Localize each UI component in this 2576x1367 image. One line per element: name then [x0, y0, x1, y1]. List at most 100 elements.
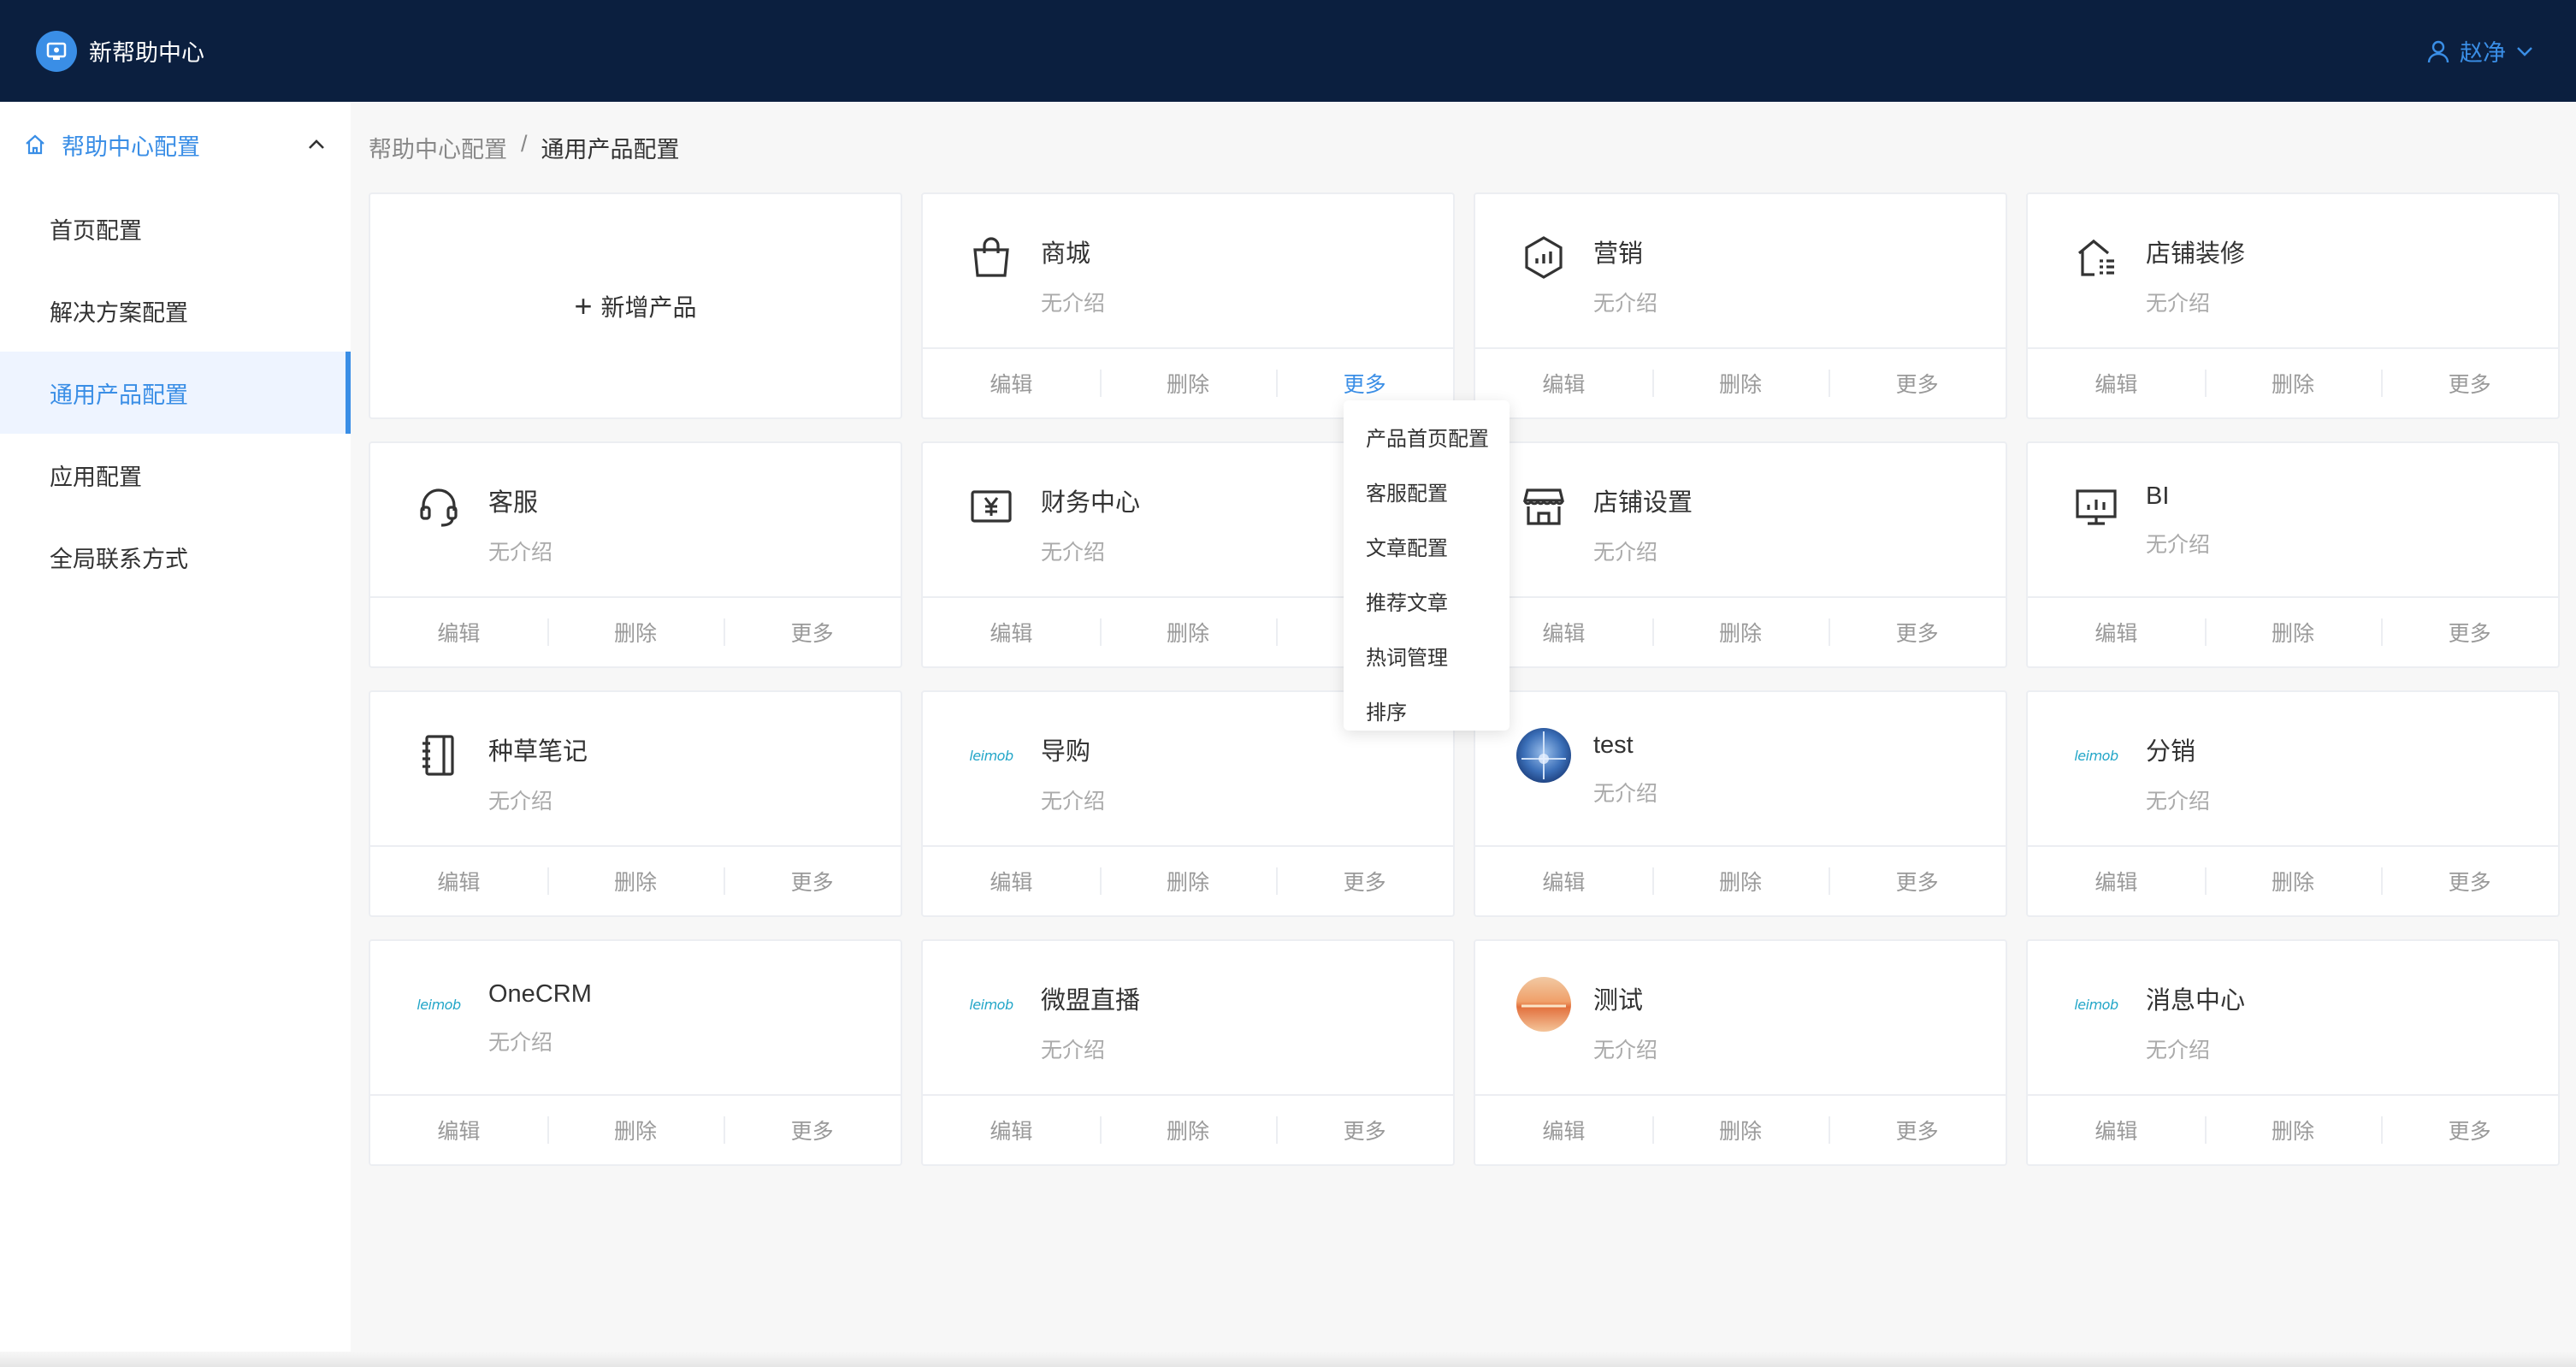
more-button[interactable]: 更多 — [2381, 866, 2558, 897]
edit-button[interactable]: 编辑 — [370, 866, 547, 897]
add-product-button[interactable]: + 新增产品 — [369, 192, 902, 419]
sidebar-item-product-config[interactable]: 通用产品配置 — [0, 352, 351, 434]
delete-button[interactable]: 删除 — [1099, 866, 1277, 897]
delete-button[interactable]: 删除 — [1099, 368, 1277, 399]
chevron-up-icon — [309, 139, 324, 149]
product-title: test — [1593, 731, 1634, 759]
product-title: 客服 — [488, 489, 539, 517]
breadcrumb-parent[interactable]: 帮助中心配置 — [369, 131, 507, 164]
more-button[interactable]: 更多 — [1829, 866, 2006, 897]
edit-button[interactable]: 编辑 — [2028, 1115, 2205, 1145]
more-button[interactable]: 更多 — [1829, 368, 2006, 399]
product-card-body[interactable]: BI 无介绍 — [2028, 443, 2558, 596]
edit-button[interactable]: 编辑 — [2028, 617, 2205, 648]
dropdown-option[interactable]: 文章配置 — [1344, 518, 1510, 573]
top-header: 新帮助中心 赵净 — [0, 0, 2576, 102]
delete-button[interactable]: 删除 — [2204, 617, 2382, 648]
edit-button[interactable]: 编辑 — [1475, 1115, 1652, 1145]
store-icon — [1516, 479, 1571, 534]
help-center-logo-icon — [36, 30, 77, 72]
edit-button[interactable]: 编辑 — [923, 866, 1100, 897]
product-card-body[interactable]: 店铺设置 无介绍 — [1475, 443, 2006, 596]
leimob-logo: leimob — [964, 728, 1019, 783]
delete-button[interactable]: 删除 — [547, 1115, 724, 1145]
more-button[interactable]: 更多 — [2381, 617, 2558, 648]
product-card-body[interactable]: leimob OneCRM 无介绍 — [370, 941, 901, 1094]
more-button[interactable]: 更多 — [2381, 1115, 2558, 1145]
more-dropdown-menu: 产品首页配置 客服配置 文章配置 推荐文章 热词管理 排序 — [1344, 400, 1510, 731]
product-title: 分销 — [2146, 738, 2196, 766]
bottom-edge — [0, 1352, 2576, 1367]
edit-button[interactable]: 编辑 — [2028, 368, 2205, 399]
product-card-body[interactable]: leimob 微盟直播 无介绍 — [923, 941, 1453, 1094]
sidebar-item-app-config[interactable]: 应用配置 — [0, 434, 351, 516]
edit-button[interactable]: 编辑 — [923, 617, 1100, 648]
edit-button[interactable]: 编辑 — [1475, 866, 1652, 897]
product-card-body[interactable]: 店铺装修 无介绍 — [2028, 194, 2558, 347]
product-description: 无介绍 — [1593, 782, 1658, 806]
more-button[interactable]: 更多 — [1829, 1115, 2006, 1145]
delete-button[interactable]: 删除 — [1099, 1115, 1277, 1145]
product-card-actions: 编辑删除更多 — [923, 845, 1453, 915]
more-button[interactable]: 更多 — [724, 866, 901, 897]
product-card-text: test 无介绍 — [1593, 728, 1657, 808]
dropdown-option[interactable]: 客服配置 — [1344, 464, 1510, 518]
sidebar-group-help-center[interactable]: 帮助中心配置 — [0, 102, 351, 187]
delete-button[interactable]: 删除 — [1651, 1115, 1829, 1145]
product-card-text: 营销 无介绍 — [1593, 230, 1657, 317]
edit-button[interactable]: 编辑 — [1475, 368, 1652, 399]
delete-button[interactable]: 删除 — [547, 617, 724, 648]
chevron-down-icon — [2517, 46, 2532, 56]
sidebar-item-solution-config[interactable]: 解决方案配置 — [0, 269, 351, 352]
breadcrumb-separator: / — [521, 131, 528, 157]
sunset-photo-avatar — [1516, 977, 1571, 1032]
product-card-body[interactable]: leimob 消息中心 无介绍 — [2028, 941, 2558, 1094]
brand[interactable]: 新帮助中心 — [36, 30, 204, 72]
dropdown-option[interactable]: 热词管理 — [1344, 628, 1510, 683]
sidebar-item-home-config[interactable]: 首页配置 — [0, 187, 351, 269]
delete-button[interactable]: 删除 — [1099, 617, 1277, 648]
product-description: 无介绍 — [1593, 541, 1658, 565]
product-card-text: 店铺设置 无介绍 — [1593, 479, 1693, 566]
product-card: 客服 无介绍编辑 删除 更多 — [369, 441, 902, 668]
product-card-body[interactable]: 种草笔记 无介绍 — [370, 692, 901, 845]
delete-button[interactable]: 删除 — [2204, 866, 2382, 897]
product-title: 店铺装修 — [2146, 240, 2246, 268]
sidebar-item-label: 应用配置 — [50, 464, 142, 490]
product-title: BI — [2146, 482, 2170, 510]
sidebar-item-contact[interactable]: 全局联系方式 — [0, 516, 351, 598]
delete-button[interactable]: 删除 — [1651, 368, 1829, 399]
yen-icon — [964, 479, 1019, 534]
product-card-actions: 编辑删除更多 — [1475, 347, 2006, 417]
delete-button[interactable]: 删除 — [547, 866, 724, 897]
dropdown-option[interactable]: 推荐文章 — [1344, 573, 1510, 628]
delete-button[interactable]: 删除 — [2204, 1115, 2382, 1145]
more-button[interactable]: 更多 — [724, 617, 901, 648]
edit-button[interactable]: 编辑 — [370, 1115, 547, 1145]
product-card-body[interactable]: leimob 分销 无介绍 — [2028, 692, 2558, 845]
delete-button[interactable]: 删除 — [1651, 617, 1829, 648]
product-card-body[interactable]: 客服 无介绍 — [370, 443, 901, 596]
edit-button[interactable]: 编辑 — [923, 368, 1100, 399]
product-card: 商城 无介绍编辑 删除 更多 — [921, 192, 1455, 419]
delete-button[interactable]: 删除 — [1651, 866, 1829, 897]
more-button[interactable]: 更多 — [1829, 617, 2006, 648]
more-button[interactable]: 更多 — [1276, 368, 1453, 399]
edit-button[interactable]: 编辑 — [923, 1115, 1100, 1145]
product-card-body[interactable]: test 无介绍 — [1475, 692, 2006, 845]
more-button[interactable]: 更多 — [1276, 866, 1453, 897]
delete-button[interactable]: 删除 — [2204, 368, 2382, 399]
dropdown-option[interactable]: 排序 — [1344, 683, 1510, 737]
edit-button[interactable]: 编辑 — [370, 617, 547, 648]
edit-button[interactable]: 编辑 — [2028, 866, 2205, 897]
plus-icon: + — [574, 287, 593, 323]
more-button[interactable]: 更多 — [2381, 368, 2558, 399]
more-button[interactable]: 更多 — [724, 1115, 901, 1145]
product-card-body[interactable]: 商城 无介绍 — [923, 194, 1453, 347]
user-name: 赵净 — [2460, 40, 2506, 66]
product-card-body[interactable]: 测试 无介绍 — [1475, 941, 2006, 1094]
more-button[interactable]: 更多 — [1276, 1115, 1453, 1145]
dropdown-option[interactable]: 产品首页配置 — [1344, 409, 1510, 464]
product-card-body[interactable]: 营销 无介绍 — [1475, 194, 2006, 347]
user-menu[interactable]: 赵净 — [2427, 34, 2533, 68]
